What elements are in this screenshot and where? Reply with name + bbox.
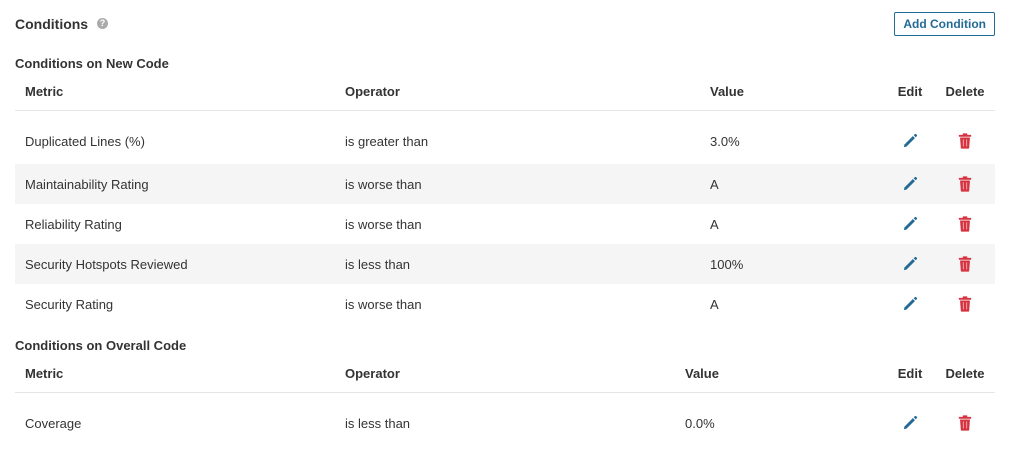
column-header-edit: Edit	[885, 356, 935, 393]
page-title: Conditions	[15, 16, 89, 32]
table-header-row: Metric Operator Value Edit Delete	[15, 356, 995, 393]
operator-cell: is greater than	[345, 133, 429, 149]
trash-icon[interactable]	[956, 414, 974, 432]
pencil-icon[interactable]	[901, 175, 919, 193]
operator-cell: is worse than	[345, 296, 422, 312]
trash-icon[interactable]	[956, 175, 974, 193]
operator-cell: is worse than	[335, 164, 700, 204]
section-title-overall-code: Conditions on Overall Code	[15, 338, 187, 353]
add-condition-button[interactable]: Add Condition	[894, 12, 995, 36]
overall-code-conditions-table: Metric Operator Value Edit Delete Covera…	[15, 356, 995, 446]
operator-cell: is less than	[345, 415, 411, 431]
column-header-edit: Edit	[885, 74, 935, 111]
column-header-delete: Delete	[935, 74, 995, 111]
value-cell: A	[700, 164, 885, 204]
column-header-delete: Delete	[935, 356, 995, 393]
section-title-new-code: Conditions on New Code	[15, 56, 169, 71]
table-row: Security Rating is worse than A	[15, 284, 995, 324]
value-cell: 0.0%	[685, 415, 715, 431]
pencil-icon[interactable]	[901, 414, 919, 432]
column-header-value: Value	[700, 74, 885, 111]
value-cell: A	[710, 216, 719, 232]
value-cell: A	[710, 296, 719, 312]
metric-cell: Maintainability Rating	[15, 164, 335, 204]
trash-icon[interactable]	[956, 255, 974, 273]
operator-cell: is less than	[335, 244, 700, 284]
column-header-operator: Operator	[335, 74, 700, 111]
table-row: Coverage is less than 0.0%	[15, 392, 995, 446]
pencil-icon[interactable]	[901, 215, 919, 233]
column-header-value: Value	[675, 356, 885, 393]
table-row: Duplicated Lines (%) is greater than 3.0…	[15, 110, 995, 164]
column-header-metric: Metric	[15, 74, 335, 111]
value-cell: 3.0%	[710, 133, 740, 149]
conditions-header: Conditions ? Add Condition	[15, 12, 995, 36]
value-cell: 100%	[700, 244, 885, 284]
trash-icon[interactable]	[956, 215, 974, 233]
pencil-icon[interactable]	[901, 295, 919, 313]
metric-cell: Security Rating	[25, 296, 114, 312]
metric-cell: Reliability Rating	[25, 216, 122, 232]
trash-icon[interactable]	[956, 132, 974, 150]
table-header-row: Metric Operator Value Edit Delete	[15, 74, 995, 111]
help-icon[interactable]: ?	[97, 18, 108, 29]
table-row: Security Hotspots Reviewed is less than …	[15, 244, 995, 284]
metric-cell: Coverage	[25, 415, 82, 431]
pencil-icon[interactable]	[901, 255, 919, 273]
table-row: Reliability Rating is worse than A	[15, 204, 995, 244]
metric-cell: Security Hotspots Reviewed	[15, 244, 335, 284]
pencil-icon[interactable]	[901, 132, 919, 150]
trash-icon[interactable]	[956, 295, 974, 313]
table-row: Maintainability Rating is worse than A	[15, 164, 995, 204]
operator-cell: is worse than	[345, 216, 422, 232]
column-header-operator: Operator	[335, 356, 675, 393]
metric-cell: Duplicated Lines (%)	[25, 133, 145, 149]
column-header-metric: Metric	[15, 356, 335, 393]
new-code-conditions-table: Metric Operator Value Edit Delete Duplic…	[15, 74, 995, 324]
